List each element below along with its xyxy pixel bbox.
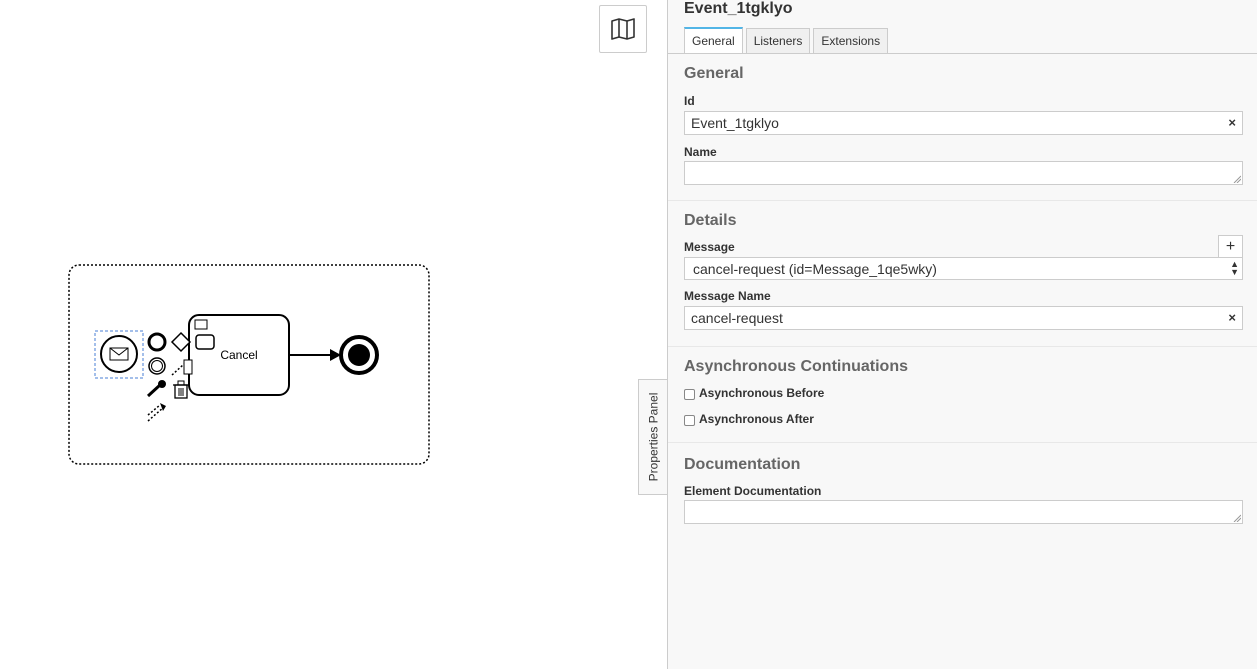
map-icon: [611, 18, 635, 40]
message-select[interactable]: cancel-request (id=Message_1qe5wky) ▲ ▼: [684, 257, 1243, 280]
bpmn-diagram[interactable]: Cancel: [0, 0, 667, 669]
clear-message-name-button[interactable]: ×: [1228, 310, 1236, 325]
properties-panel-toggle[interactable]: Properties Panel: [638, 379, 668, 495]
general-group-title: General: [684, 65, 744, 82]
name-textarea[interactable]: [684, 161, 1243, 185]
wrench-icon[interactable]: [146, 380, 166, 398]
documentation-group-title: Documentation: [684, 456, 801, 473]
id-label: Id: [684, 94, 695, 108]
async-before-label: Asynchronous Before: [699, 386, 825, 400]
tab-listeners[interactable]: Listeners: [745, 28, 811, 53]
documentation-group: Documentation Element Documentation: [668, 443, 1257, 543]
association-icon[interactable]: [147, 403, 166, 422]
id-input[interactable]: Event_1tgklyo ×: [684, 111, 1243, 135]
general-group: General Id Event_1tgklyo × Name: [668, 54, 1257, 201]
message-start-event[interactable]: [100, 335, 138, 373]
message-name-value: cancel-request: [691, 310, 783, 326]
end-event[interactable]: [339, 335, 379, 375]
element-documentation-label: Element Documentation: [684, 484, 822, 498]
append-task-icon[interactable]: [195, 334, 215, 350]
async-after-checkbox[interactable]: [684, 415, 695, 426]
tab-general[interactable]: General: [684, 27, 743, 53]
clear-id-button[interactable]: ×: [1228, 115, 1236, 130]
add-message-button[interactable]: +: [1218, 235, 1243, 259]
cancel-task[interactable]: Cancel: [188, 314, 290, 396]
details-group-title: Details: [684, 212, 737, 229]
append-gateway-icon[interactable]: [170, 331, 192, 353]
message-label: Message: [684, 240, 735, 254]
async-group-title: Asynchronous Continuations: [684, 358, 908, 375]
properties-panel: Event_1tgklyo General Listeners Extensio…: [667, 0, 1257, 669]
connect-icon[interactable]: [171, 359, 193, 376]
async-after-row: Asynchronous After: [684, 412, 814, 426]
message-name-input[interactable]: cancel-request ×: [684, 306, 1243, 330]
sequence-flow[interactable]: [289, 349, 341, 361]
task-label: Cancel: [220, 348, 257, 362]
details-group: Details Message + cancel-request (id=Mes…: [668, 201, 1257, 347]
properties-panel-toggle-label: Properties Panel: [646, 392, 661, 482]
resize-handle-icon[interactable]: [1233, 514, 1241, 522]
message-select-value: cancel-request (id=Message_1qe5wky): [693, 260, 937, 277]
panel-title: Event_1tgklyo: [684, 0, 793, 17]
async-group: Asynchronous Continuations Asynchronous …: [668, 347, 1257, 443]
tab-extensions[interactable]: Extensions: [813, 28, 889, 53]
async-before-row: Asynchronous Before: [684, 386, 824, 400]
minimap-toggle-button[interactable]: [599, 5, 647, 53]
append-end-event-icon[interactable]: [147, 332, 167, 352]
resize-handle-icon[interactable]: [1233, 175, 1241, 183]
async-before-checkbox[interactable]: [684, 389, 695, 400]
id-value: Event_1tgklyo: [691, 115, 779, 131]
select-arrows-icon: ▲ ▼: [1230, 259, 1239, 277]
element-documentation-textarea[interactable]: [684, 500, 1243, 524]
async-after-label: Asynchronous After: [699, 412, 814, 426]
diagram-canvas[interactable]: Cancel: [0, 0, 667, 669]
name-label: Name: [684, 145, 717, 159]
trash-icon[interactable]: [173, 380, 189, 399]
panel-tabs: General Listeners Extensions: [684, 27, 889, 54]
message-name-label: Message Name: [684, 289, 771, 303]
